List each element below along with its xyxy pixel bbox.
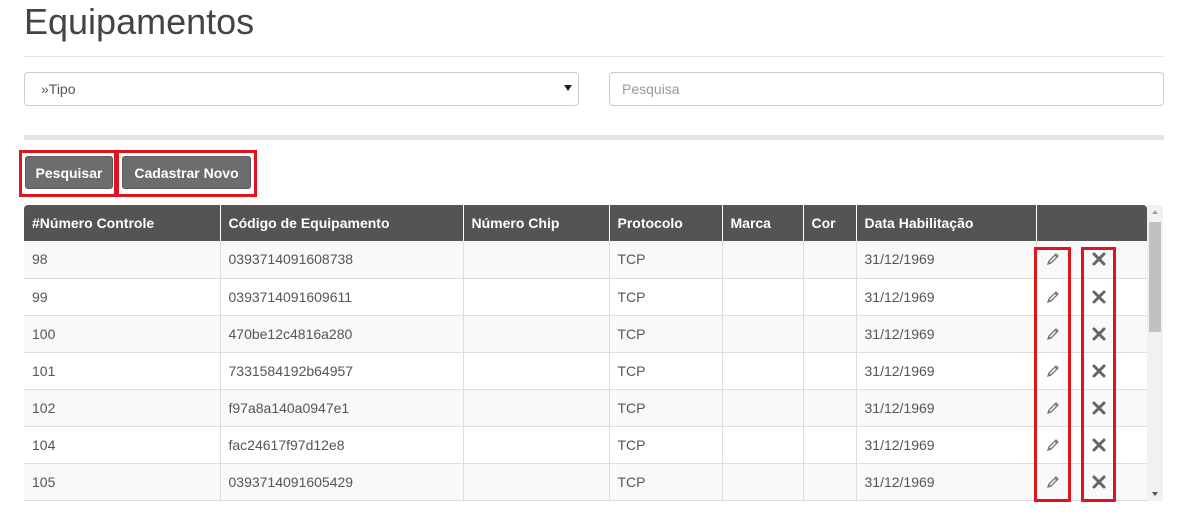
scroll-down-icon[interactable]: [1152, 492, 1158, 496]
table-row[interactable]: 100 470be12c4816a280 TCP 31/12/1969: [24, 315, 1147, 353]
column-header[interactable]: Protocolo: [609, 205, 723, 241]
cell-protocolo: TCP: [609, 315, 723, 353]
section-divider: [24, 135, 1164, 140]
cell-marca: [722, 463, 804, 501]
scroll-up-icon[interactable]: [1152, 210, 1158, 214]
cell-data: 31/12/1969: [856, 463, 1037, 501]
cell-cor: [803, 352, 857, 390]
type-select-value: »Tipo: [41, 81, 76, 97]
column-header[interactable]: Cor: [803, 205, 857, 241]
cell-protocolo: TCP: [609, 352, 723, 390]
cell-protocolo: TCP: [609, 241, 723, 279]
highlight-box: [1034, 247, 1071, 502]
cell-chip: [463, 241, 610, 279]
cell-codigo: 7331584192b64957: [220, 352, 464, 390]
table-row[interactable]: 105 0393714091605429 TCP 31/12/1969: [24, 463, 1147, 501]
cell-codigo: 0393714091608738: [220, 241, 464, 279]
highlight-box: [1081, 247, 1116, 502]
table-scrollbar[interactable]: [1147, 205, 1163, 501]
search-button[interactable]: Pesquisar: [25, 156, 113, 189]
cell-chip: [463, 389, 610, 427]
cell-codigo: 0393714091609611: [220, 278, 464, 316]
cell-cor: [803, 389, 857, 427]
table-header-row: #Número Controle Código de Equipamento N…: [24, 205, 1147, 241]
cell-data: 31/12/1969: [856, 426, 1037, 464]
cell-cor: [803, 241, 857, 279]
cell-chip: [463, 315, 610, 353]
cell-controle: 102: [24, 389, 221, 427]
cell-data: 31/12/1969: [856, 241, 1037, 279]
cell-marca: [722, 315, 804, 353]
cell-controle: 99: [24, 278, 221, 316]
column-header[interactable]: Data Habilitação: [856, 205, 1037, 241]
cell-protocolo: TCP: [609, 278, 723, 316]
cell-data: 31/12/1969: [856, 278, 1037, 316]
table-row[interactable]: 101 7331584192b64957 TCP 31/12/1969: [24, 352, 1147, 390]
cell-controle: 98: [24, 241, 221, 279]
column-header: [1036, 205, 1147, 241]
cell-codigo: 0393714091605429: [220, 463, 464, 501]
chevron-down-icon: [564, 85, 572, 91]
title-divider: [24, 56, 1164, 57]
cell-protocolo: TCP: [609, 389, 723, 427]
cell-codigo: f97a8a140a0947e1: [220, 389, 464, 427]
column-header[interactable]: Marca: [722, 205, 804, 241]
cell-marca: [722, 352, 804, 390]
table-row[interactable]: 104 fac24617f97d12e8 TCP 31/12/1969: [24, 426, 1147, 464]
table-row[interactable]: 99 0393714091609611 TCP 31/12/1969: [24, 278, 1147, 316]
cell-controle: 105: [24, 463, 221, 501]
cell-data: 31/12/1969: [856, 389, 1037, 427]
cell-codigo: fac24617f97d12e8: [220, 426, 464, 464]
cell-marca: [722, 278, 804, 316]
cell-controle: 101: [24, 352, 221, 390]
column-header[interactable]: Código de Equipamento: [220, 205, 464, 241]
cell-marca: [722, 426, 804, 464]
cell-chip: [463, 426, 610, 464]
cell-data: 31/12/1969: [856, 315, 1037, 353]
equipment-table: #Número Controle Código de Equipamento N…: [24, 205, 1147, 501]
cell-chip: [463, 463, 610, 501]
scroll-thumb[interactable]: [1149, 222, 1161, 332]
cell-chip: [463, 278, 610, 316]
cell-cor: [803, 426, 857, 464]
table-row[interactable]: 102 f97a8a140a0947e1 TCP 31/12/1969: [24, 389, 1147, 427]
cell-codigo: 470be12c4816a280: [220, 315, 464, 353]
table-row[interactable]: 98 0393714091608738 TCP 31/12/1969: [24, 241, 1147, 279]
cell-protocolo: TCP: [609, 463, 723, 501]
page-title: Equipamentos: [24, 1, 255, 42]
cell-controle: 100: [24, 315, 221, 353]
cell-cor: [803, 463, 857, 501]
cell-cor: [803, 278, 857, 316]
search-input[interactable]: [609, 72, 1164, 106]
type-select[interactable]: »Tipo: [24, 72, 579, 106]
cell-cor: [803, 315, 857, 353]
column-header[interactable]: Número Chip: [463, 205, 610, 241]
cell-data: 31/12/1969: [856, 352, 1037, 390]
column-header[interactable]: #Número Controle: [24, 205, 221, 241]
cell-controle: 104: [24, 426, 221, 464]
cell-marca: [722, 241, 804, 279]
cell-protocolo: TCP: [609, 426, 723, 464]
cell-chip: [463, 352, 610, 390]
add-new-button[interactable]: Cadastrar Novo: [122, 156, 251, 189]
cell-marca: [722, 389, 804, 427]
